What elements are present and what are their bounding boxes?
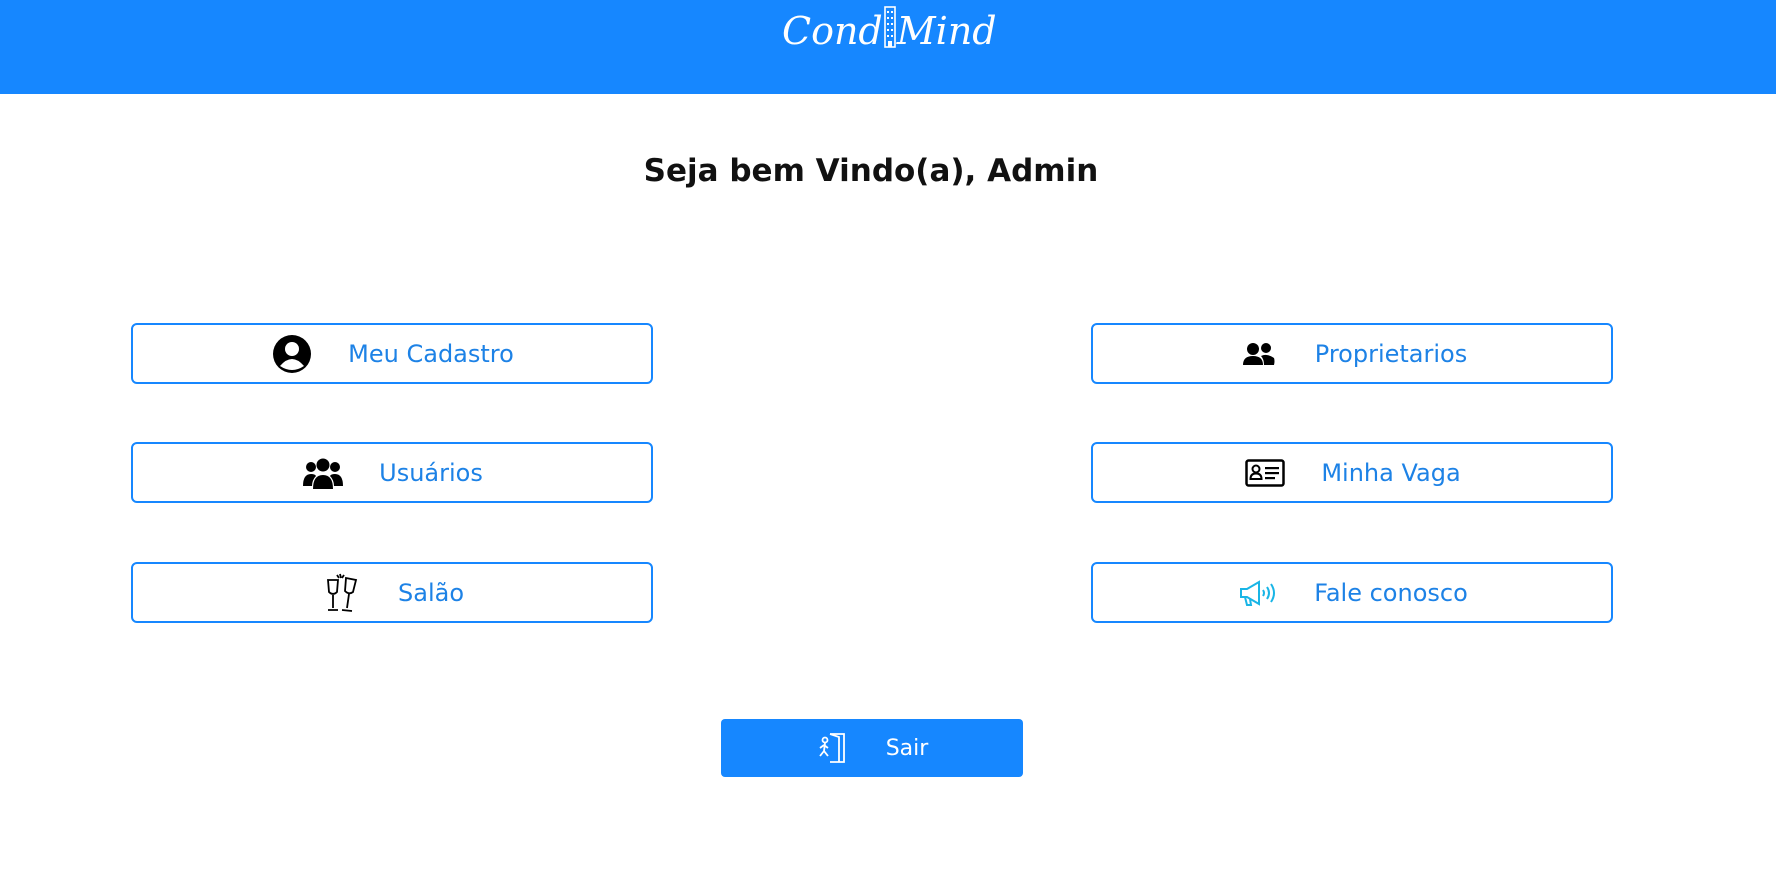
meu-cadastro-label: Meu Cadastro <box>348 339 514 368</box>
salao-label: Salão <box>398 578 464 607</box>
minha-vaga-label: Minha Vaga <box>1321 458 1461 487</box>
salao-button[interactable]: Salão <box>131 562 653 623</box>
logout-label: Sair <box>885 735 929 761</box>
exit-door-icon <box>816 731 850 765</box>
minha-vaga-button[interactable]: Minha Vaga <box>1091 442 1613 503</box>
logo-text-mind: Mind <box>896 9 997 53</box>
champagne-glasses-icon <box>320 571 364 615</box>
user-friends-icon <box>1237 332 1281 376</box>
fale-conosco-label: Fale conosco <box>1314 578 1468 607</box>
megaphone-icon <box>1236 571 1280 615</box>
welcome-title: Seja bem Vindo(a), Admin <box>643 152 1099 189</box>
proprietarios-label: Proprietarios <box>1314 339 1468 368</box>
users-group-icon <box>301 451 345 495</box>
logout-button[interactable]: Sair <box>721 719 1023 777</box>
usuarios-button[interactable]: Usuários <box>131 442 653 503</box>
id-card-icon <box>1243 451 1287 495</box>
fale-conosco-button[interactable]: Fale conosco <box>1091 562 1613 623</box>
proprietarios-button[interactable]: Proprietarios <box>1091 323 1613 384</box>
meu-cadastro-button[interactable]: Meu Cadastro <box>131 323 653 384</box>
app-logo[interactable]: Cond Mind <box>782 6 997 54</box>
top-bar: Cond Mind <box>0 0 1776 94</box>
user-circle-icon <box>270 332 314 376</box>
building-icon <box>883 6 896 48</box>
usuarios-label: Usuários <box>379 458 483 487</box>
logo-text-cond: Cond <box>782 9 883 53</box>
